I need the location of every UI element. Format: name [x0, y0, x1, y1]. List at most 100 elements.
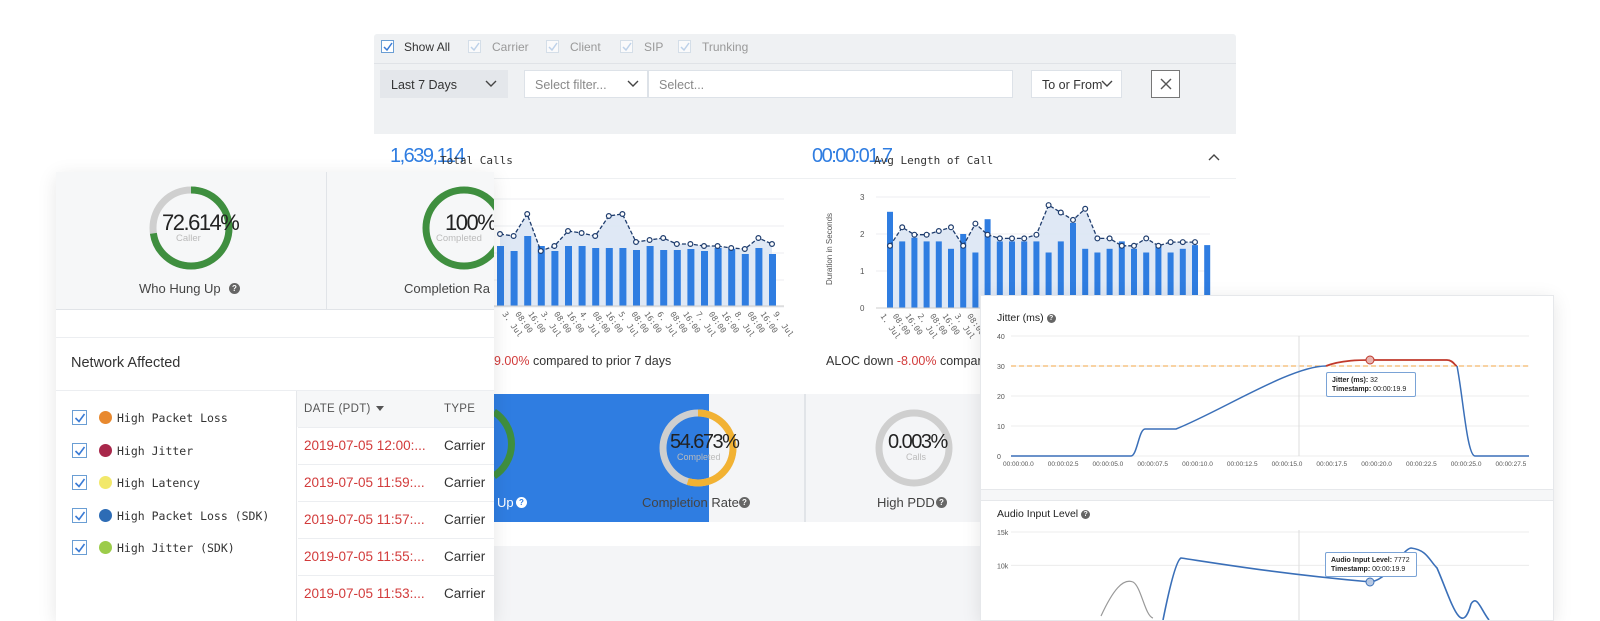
help-icon: ?	[936, 497, 947, 508]
aloc-point	[996, 235, 1003, 242]
jitter-x-tick: 00:00:22.5	[1406, 461, 1437, 468]
aloc-point	[899, 224, 906, 231]
audio-chart: 15k 10k	[997, 530, 1529, 620]
clear-filters-button[interactable]	[1151, 70, 1180, 98]
calls-bar	[646, 246, 654, 306]
calls-change-text: 9.00% compared to prior 7 days	[494, 354, 671, 368]
jitter-line	[1011, 365, 1327, 457]
trunking-checkbox[interactable]	[678, 40, 691, 53]
jitter-y-tick: 10	[997, 424, 1005, 431]
calls-bar	[769, 254, 776, 306]
aloc-bar	[899, 241, 906, 308]
aloc-point	[935, 227, 942, 234]
legend-checkbox[interactable]	[72, 507, 87, 523]
table-row[interactable]: 2019-07-05 11:57:... Carrier	[298, 501, 494, 538]
chevron-up-icon[interactable]	[1208, 153, 1220, 161]
direction-dropdown[interactable]: To or From	[1031, 70, 1122, 98]
aloc-point	[1082, 205, 1089, 212]
calls-bar	[701, 251, 708, 306]
jitter-x-tick: 00:00:12.5	[1227, 461, 1258, 468]
jitter-tooltip: Jitter (ms): 32 Timestamp: 00:00:19.9	[1326, 372, 1416, 397]
aloc-point	[1094, 235, 1101, 242]
show-all-checkbox[interactable]	[381, 40, 394, 53]
aloc-point	[1106, 235, 1113, 242]
high-pdd-label: High PDD	[877, 495, 935, 510]
carrier-checkbox[interactable]	[468, 40, 481, 53]
client-checkbox[interactable]	[546, 40, 559, 53]
calls-point	[673, 240, 680, 247]
filter-value-placeholder: Select...	[659, 78, 705, 92]
filter-value-input[interactable]: Select...	[648, 70, 1013, 98]
completion-rate-label: Completion Rate	[642, 495, 739, 510]
audio-baseline-line	[1100, 580, 1154, 619]
aloc-y-tick: 3	[860, 193, 865, 202]
completion-rate-sub: Completed	[677, 452, 721, 462]
row-type: Carrier	[444, 586, 486, 601]
chevron-down-icon	[627, 80, 639, 87]
help-icon: ?	[516, 497, 527, 508]
help-icon: ?	[739, 497, 750, 508]
legend-label: High Packet Loss	[117, 411, 228, 425]
audio-marker	[1365, 577, 1375, 587]
audio-tooltip-val2: 00:00:19.9	[1372, 566, 1406, 573]
legend-checkbox[interactable]	[72, 475, 87, 490]
table-row[interactable]: 2019-07-05 11:59:... Carrier	[298, 464, 494, 501]
hung-up-ring	[492, 409, 515, 479]
legend-checkbox[interactable]	[72, 540, 87, 555]
jitter-tooltip-val1: 32	[1370, 377, 1378, 384]
audio-tooltip-val1: 7772	[1394, 557, 1410, 564]
jitter-title-text: Jitter (ms)	[997, 312, 1044, 324]
table-row[interactable]: 2019-07-05 11:53:... Carrier	[298, 575, 494, 612]
date-column-header[interactable]: DATE (PDT)	[304, 403, 385, 415]
legend-checkbox[interactable]	[72, 442, 87, 458]
table-row[interactable]: 2019-07-05 12:00:... Carrier	[298, 427, 494, 464]
network-panel: 72.614% Caller Who Hung Up ? 100% Comple…	[56, 172, 494, 621]
jitter-y-tick: 30	[997, 364, 1005, 371]
total-calls-label: Total Calls	[440, 154, 513, 167]
sip-checkbox[interactable]	[620, 40, 633, 53]
calls-change-pct: 9.00%	[494, 354, 530, 368]
filter-field-dropdown[interactable]: Select filter...	[524, 70, 648, 98]
row-date: 2019-07-05 11:55:...	[304, 549, 425, 564]
date-range-dropdown[interactable]: Last 7 Days	[380, 70, 508, 98]
calls-bar	[673, 250, 681, 306]
section-gap	[56, 311, 494, 338]
row-type: Carrier	[444, 512, 486, 527]
aloc-point	[960, 242, 967, 249]
legend-label: High Packet Loss (SDK)	[117, 508, 270, 523]
row-date: 2019-07-05 11:57:...	[304, 512, 425, 527]
calls-point	[728, 244, 735, 251]
high-pdd-value: 0.003%	[888, 431, 948, 453]
chevron-down-icon	[485, 80, 497, 87]
calls-point	[646, 236, 653, 243]
table-row[interactable]: 2019-07-05 11:55:... Carrier	[298, 538, 494, 575]
type-column-header: TYPE	[444, 403, 476, 415]
calls-bar	[619, 248, 627, 306]
calls-point	[592, 232, 599, 239]
calls-bar	[687, 249, 695, 306]
filter-row-divider	[374, 63, 1236, 64]
filter-field-placeholder: Select filter...	[535, 78, 607, 92]
network-affected-title: Network Affected	[71, 355, 181, 371]
who-hung-up-label: Who Hung Up	[139, 281, 221, 296]
jitter-x-tick: 00:00:00.0	[1003, 461, 1034, 468]
calls-bar	[714, 248, 722, 306]
aloc-point	[972, 220, 979, 227]
completion-label: Completion Ra	[404, 281, 490, 296]
aloc-point	[1070, 216, 1077, 223]
jitter-x-tick: 00:00:27.5	[1496, 461, 1527, 468]
calls-point	[769, 240, 776, 247]
date-column-label: DATE (PDT)	[304, 403, 371, 415]
legend-checkbox[interactable]	[72, 410, 87, 425]
calls-bar	[605, 248, 613, 306]
calls-bar	[755, 248, 763, 306]
jitter-x-tick: 00:00:20.0	[1361, 461, 1392, 468]
aloc-change-pct: -8.00%	[896, 354, 937, 368]
jitter-tooltip-key1: Jitter (ms):	[1332, 377, 1369, 384]
calls-bar	[660, 250, 668, 306]
jitter-x-tick: 00:00:07.5	[1137, 461, 1168, 468]
jitter-tooltip-key2: Timestamp:	[1332, 386, 1372, 393]
aloc-bar	[935, 241, 942, 308]
jitter-marker	[1365, 355, 1375, 365]
calls-bar	[741, 254, 749, 306]
